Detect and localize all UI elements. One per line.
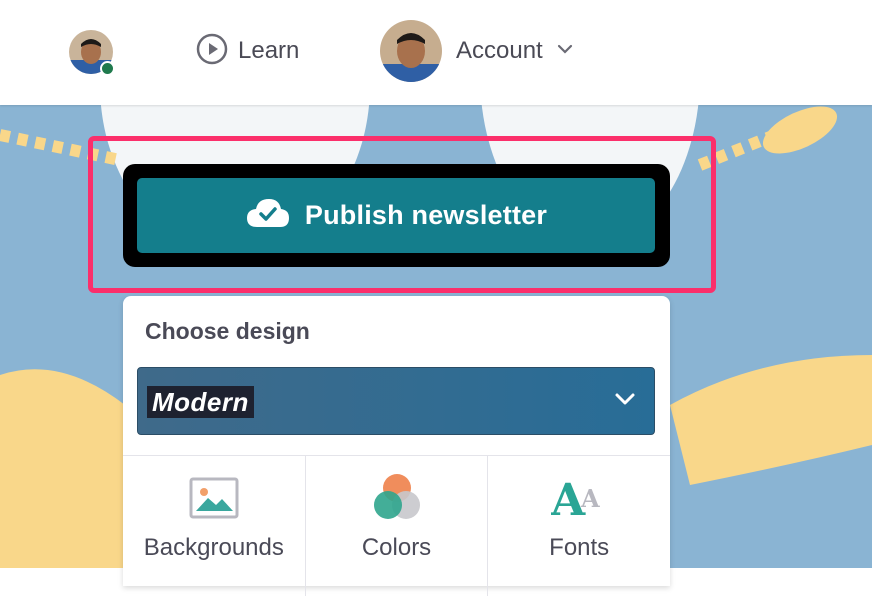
tab-colors-label: Colors: [361, 534, 432, 561]
chevron-down-icon: [557, 42, 573, 60]
chevron-down-icon: [614, 392, 636, 411]
tab-colors[interactable]: Colors: [306, 456, 489, 596]
design-panel: Choose design Modern Backgrounds Colors …: [123, 296, 670, 596]
publish-newsletter-label: Publish newsletter: [304, 200, 548, 230]
account-label: Account: [456, 37, 543, 64]
tab-fonts-label: Fonts: [549, 534, 610, 561]
nav-learn-link[interactable]: Learn: [196, 33, 300, 70]
design-select-dropdown[interactable]: Modern: [137, 367, 655, 435]
tab-fonts[interactable]: A A Fonts: [488, 456, 670, 596]
publish-newsletter-button[interactable]: Publish newsletter: [137, 178, 655, 253]
cloud-check-icon: [245, 197, 291, 234]
nav-learn-label: Learn: [238, 37, 300, 64]
tab-backgrounds-label: Backgrounds: [143, 534, 284, 561]
selected-design-value: Modern: [147, 386, 254, 418]
design-options-tabs: Backgrounds Colors A A Fonts: [123, 455, 670, 596]
account-avatar[interactable]: [380, 20, 442, 82]
tab-backgrounds[interactable]: Backgrounds: [123, 456, 306, 596]
choose-design-heading: Choose design: [145, 318, 310, 344]
font-icon: A A: [551, 472, 607, 524]
account-menu[interactable]: Account: [456, 34, 573, 68]
top-navigation-bar: Learn Account: [0, 0, 872, 105]
online-status-dot: [100, 61, 115, 76]
color-circles-icon: [371, 472, 423, 524]
play-circle-icon: [196, 33, 228, 70]
svg-text:A: A: [580, 484, 600, 513]
image-icon: [189, 472, 239, 524]
